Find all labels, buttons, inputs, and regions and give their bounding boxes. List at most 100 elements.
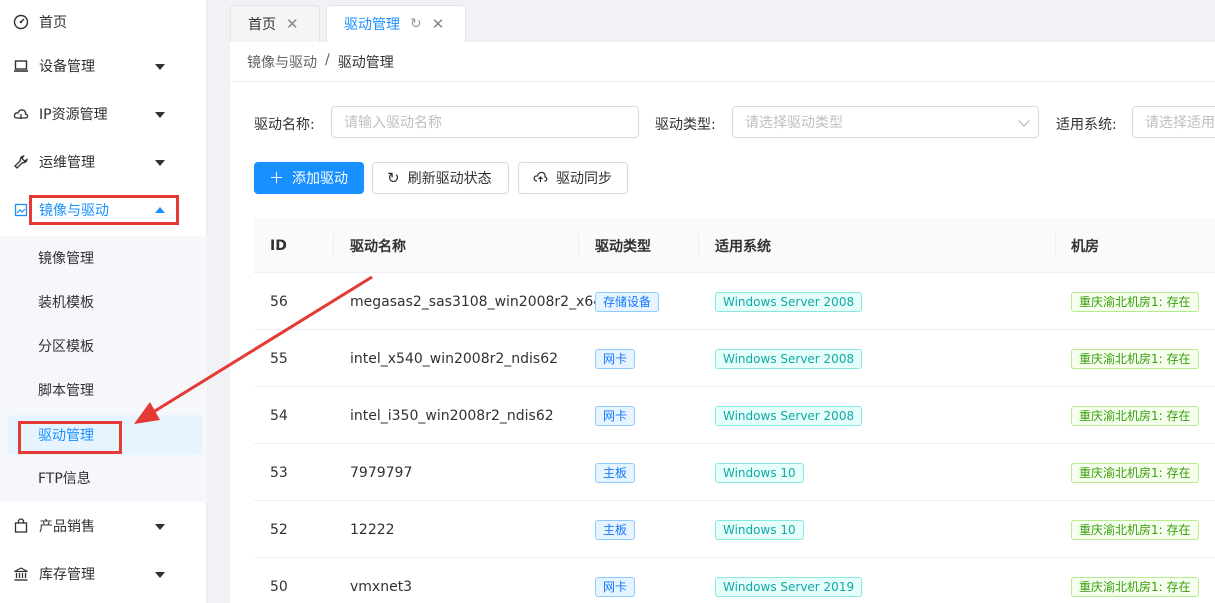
sidebar-subitem-ftp-info[interactable]: FTP信息 — [0, 458, 207, 498]
add-driver-label: 添加驱动 — [292, 171, 349, 187]
tab-home[interactable]: 首页 ✕ — [230, 5, 320, 42]
caret-down-icon — [155, 64, 165, 70]
table-header: ID 驱动名称 驱动类型 适用系统 机房 — [254, 218, 1215, 273]
sidebar-item-label: 产品销售 — [39, 519, 95, 535]
sidebar-item-ops[interactable]: 运维管理 — [0, 140, 207, 184]
annotation-box-menu — [29, 195, 179, 225]
tab-driver-management[interactable]: 驱动管理 ↻ ✕ — [326, 5, 466, 42]
room-status-tag: 重庆渝北机房1: 存在 — [1071, 576, 1199, 597]
sidebar-item-devices[interactable]: 设备管理 — [0, 44, 207, 88]
system-label: 适用系统: — [1056, 117, 1117, 133]
refresh-icon: ↻ — [387, 168, 400, 187]
refresh-icon[interactable]: ↻ — [410, 16, 422, 32]
sidebar-subitem-image-management[interactable]: 镜像管理 — [0, 238, 207, 278]
cloud-icon — [13, 106, 29, 122]
driver-name-placeholder: 请输入驱动名称 — [344, 115, 442, 131]
cell-driver-name: intel_x540_win2008r2_ndis62 — [350, 350, 559, 367]
table-row[interactable]: 56 megasas2_sas3108_win2008r2_x64 存储设备 W… — [254, 273, 1215, 330]
sidebar-item-product-sales[interactable]: 产品销售 — [0, 504, 207, 548]
close-icon[interactable]: ✕ — [432, 15, 445, 33]
refresh-driver-status-button[interactable]: ↻ 刷新驱动状态 — [372, 162, 509, 194]
breadcrumb-separator: / — [325, 52, 330, 68]
table-row[interactable]: 52 12222 主板 Windows 10 重庆渝北机房1: 存在 — [254, 501, 1215, 558]
cell-id: 52 — [270, 521, 288, 538]
close-icon[interactable]: ✕ — [286, 15, 299, 33]
sidebar-item-label: 首页 — [39, 15, 67, 31]
sidebar-item-home[interactable]: 首页 — [0, 0, 207, 44]
tab-bar: 首页 ✕ 驱动管理 ↻ ✕ — [207, 0, 1215, 42]
system-tag: Windows Server 2008 — [715, 291, 863, 312]
cell-id: 54 — [270, 407, 288, 424]
sidebar-item-ip-resources[interactable]: IP资源管理 — [0, 92, 207, 136]
caret-down-icon — [155, 524, 165, 530]
cell-driver-name: intel_i350_win2008r2_ndis62 — [350, 407, 554, 424]
system-select[interactable]: 请选择适用 — [1132, 106, 1215, 138]
caret-down-icon — [155, 572, 165, 578]
sidebar-item-inventory[interactable]: 库存管理 — [0, 552, 207, 596]
driver-type-tag: 主板 — [595, 462, 636, 483]
system-tag: Windows Server 2008 — [715, 348, 863, 369]
breadcrumb-parent[interactable]: 镜像与驱动 — [247, 52, 317, 72]
driver-name-input[interactable]: 请输入驱动名称 — [331, 106, 639, 138]
cell-driver-name: megasas2_sas3108_win2008r2_x64 — [350, 293, 603, 310]
column-header-driver-name: 驱动名称 — [350, 238, 406, 255]
tab-label: 首页 — [248, 17, 276, 33]
cloud-upload-icon — [533, 170, 548, 186]
sidebar-item-label: 库存管理 — [39, 567, 95, 583]
sidebar-subitem-install-template[interactable]: 装机模板 — [0, 282, 207, 322]
sidebar-subitem-script-management[interactable]: 脚本管理 — [0, 370, 207, 410]
table-row[interactable]: 55 intel_x540_win2008r2_ndis62 网卡 Window… — [254, 330, 1215, 387]
cell-id: 50 — [270, 578, 288, 595]
cell-id: 55 — [270, 350, 288, 367]
driver-type-placeholder: 请选择驱动类型 — [745, 115, 843, 131]
system-tag: Windows Server 2019 — [715, 576, 863, 597]
sidebar-subitem-label: 装机模板 — [38, 295, 94, 311]
wrench-icon — [13, 154, 29, 170]
laptop-icon — [13, 58, 29, 74]
driver-type-select[interactable]: 请选择驱动类型 — [732, 106, 1039, 138]
room-status-tag: 重庆渝北机房1: 存在 — [1071, 519, 1199, 540]
system-tag: Windows 10 — [715, 519, 804, 540]
breadcrumb-current: 驱动管理 — [337, 55, 394, 71]
driver-type-tag: 主板 — [595, 519, 636, 540]
sidebar-subitem-label: 镜像管理 — [38, 251, 94, 267]
column-separator — [1055, 234, 1056, 256]
sidebar: 首页 设备管理 IP资源管理 运维管理 镜像与驱动 镜像管理 装机模板 分区模板… — [0, 0, 207, 603]
caret-down-icon — [155, 160, 165, 166]
refresh-driver-status-label: 刷新驱动状态 — [407, 171, 492, 187]
cell-driver-name: vmxnet3 — [350, 578, 413, 595]
column-separator — [698, 234, 699, 256]
system-tag: Windows 10 — [715, 462, 804, 483]
bank-icon — [13, 566, 29, 582]
annotation-box-submenu — [18, 421, 122, 454]
table-row[interactable]: 53 7979797 主板 Windows 10 重庆渝北机房1: 存在 — [254, 444, 1215, 501]
room-status-tag: 重庆渝北机房1: 存在 — [1071, 462, 1199, 483]
main-panel: 镜像与驱动 / 驱动管理 驱动名称: 请输入驱动名称 驱动类型: 请选择驱动类型… — [230, 42, 1215, 603]
driver-sync-label: 驱动同步 — [556, 171, 612, 187]
room-status-tag: 重庆渝北机房1: 存在 — [1071, 405, 1199, 426]
bag-icon — [13, 518, 29, 534]
driver-type-tag: 存储设备 — [595, 291, 660, 312]
cell-id: 53 — [270, 464, 288, 481]
caret-down-icon — [155, 112, 165, 118]
column-header-id: ID — [270, 237, 287, 254]
driver-type-tag: 网卡 — [595, 348, 636, 369]
system-tag: Windows Server 2008 — [715, 405, 863, 426]
sidebar-subitem-label: 分区模板 — [38, 339, 94, 355]
dashboard-icon — [13, 14, 29, 30]
divider — [230, 81, 1215, 82]
sidebar-item-label: 设备管理 — [39, 59, 95, 75]
room-status-tag: 重庆渝北机房1: 存在 — [1071, 348, 1199, 369]
sidebar-subitem-partition-template[interactable]: 分区模板 — [0, 326, 207, 366]
sidebar-item-label: IP资源管理 — [39, 107, 108, 123]
system-placeholder: 请选择适用 — [1145, 115, 1215, 131]
breadcrumb: 镜像与驱动 / 驱动管理 — [247, 52, 394, 72]
table-row[interactable]: 50 vmxnet3 网卡 Windows Server 2019 重庆渝北机房… — [254, 558, 1215, 603]
add-driver-button[interactable]: ＋ 添加驱动 — [254, 162, 364, 194]
picture-icon — [13, 202, 29, 218]
driver-sync-button[interactable]: 驱动同步 — [518, 162, 628, 194]
sidebar-subitem-label: FTP信息 — [38, 471, 91, 487]
plus-icon: ＋ — [269, 168, 285, 187]
table-row[interactable]: 54 intel_i350_win2008r2_ndis62 网卡 Window… — [254, 387, 1215, 444]
driver-type-label: 驱动类型: — [655, 117, 716, 133]
